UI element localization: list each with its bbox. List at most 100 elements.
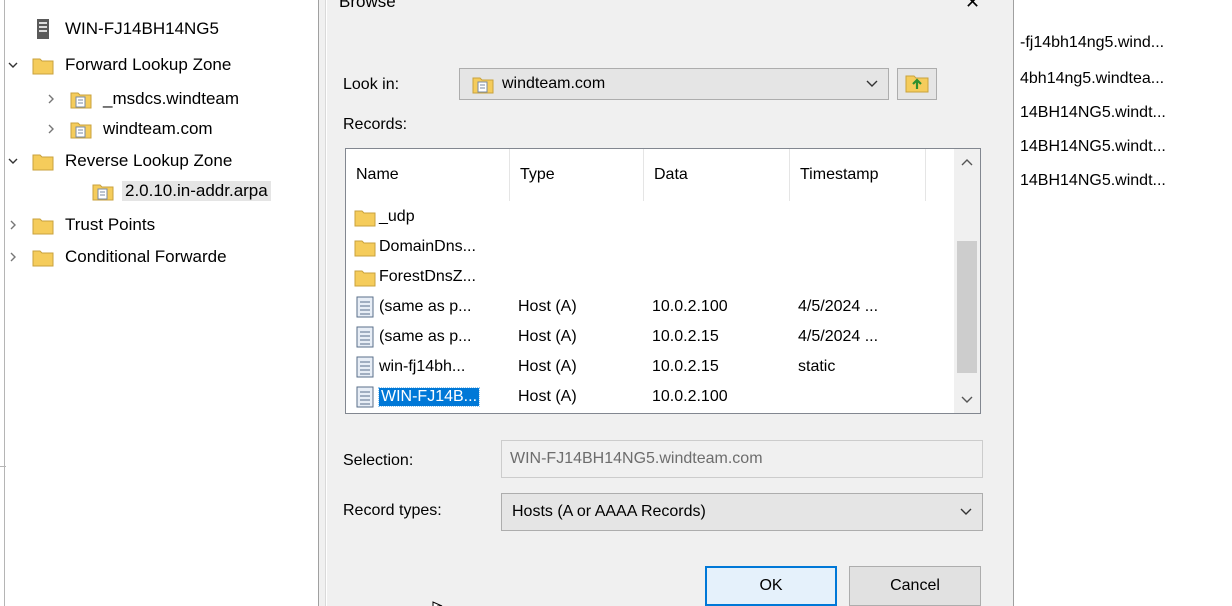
record-data-cell: 10.0.2.100	[652, 298, 728, 315]
folder-icon	[32, 246, 54, 268]
record-row[interactable]: DomainDns...	[346, 233, 954, 261]
record-name: (same as p...	[379, 328, 472, 345]
records-scrollbar[interactable]	[954, 149, 980, 413]
record-name: _udp	[379, 208, 415, 225]
tree-item[interactable]: Trust Points	[4, 212, 158, 238]
folder-icon	[32, 54, 54, 76]
close-icon[interactable]: ✕	[965, 0, 980, 13]
selection-value: WIN-FJ14BH14NG5.windteam.com	[510, 450, 763, 467]
scroll-thumb[interactable]	[957, 241, 977, 373]
results-cell: 14BH14NG5.windt...	[1020, 138, 1166, 155]
record-icon	[354, 326, 376, 348]
record-name-cell: ForestDnsZ...	[354, 263, 476, 291]
folder-icon	[32, 214, 54, 236]
record-type-cell: Host (A)	[518, 388, 577, 405]
scroll-up-icon[interactable]	[954, 149, 980, 175]
chevron-right-icon[interactable]	[42, 86, 60, 112]
browse-dialog: Browse ✕ Look in: windteam.com Records: …	[318, 0, 1014, 606]
record-timestamp-cell: 4/5/2024 ...	[798, 328, 879, 345]
record-icon	[354, 386, 376, 408]
scroll-down-icon[interactable]	[954, 387, 980, 413]
tree-item[interactable]: _msdcs.windteam	[42, 86, 242, 112]
folder-icon	[354, 206, 376, 228]
records-list[interactable]: Name Type Data Timestamp _udp DomainDns..…	[345, 148, 981, 414]
folder-icon	[32, 150, 54, 172]
chevron-down-icon[interactable]	[960, 503, 972, 521]
chevron-down-icon[interactable]	[4, 148, 22, 174]
look-in-label: Look in:	[343, 76, 400, 93]
record-row[interactable]: _udp	[346, 203, 954, 231]
results-cell: -fj14bh14ng5.wind...	[1020, 34, 1165, 51]
record-data-cell: 10.0.2.15	[652, 358, 719, 375]
record-data-cell: 10.0.2.100	[652, 388, 728, 405]
record-name: win-fj14bh...	[379, 358, 466, 375]
record-icon	[354, 296, 376, 318]
tree-server-label: WIN-FJ14BH14NG5	[65, 19, 219, 38]
column-type[interactable]: Type	[510, 149, 644, 201]
folder-icon	[354, 236, 376, 258]
chevron-right-icon[interactable]	[4, 212, 22, 238]
record-types-combo[interactable]: Hosts (A or AAAA Records)	[501, 493, 983, 531]
record-row[interactable]: (same as p... Host (A) 10.0.2.15 4/5/2024 .…	[346, 323, 954, 351]
record-row[interactable]: win-fj14bh... Host (A) 10.0.2.15 static	[346, 353, 954, 381]
results-data-column: -fj14bh14ng5.wind... 4bh14ng5.windtea...…	[1014, 0, 1232, 606]
look-in-combo[interactable]: windteam.com	[459, 68, 889, 100]
record-types-value: Hosts (A or AAAA Records)	[512, 503, 706, 520]
record-name: DomainDns...	[379, 238, 476, 255]
server-icon	[32, 18, 54, 40]
tree-item-label: Reverse Lookup Zone	[65, 151, 233, 170]
record-type-cell: Host (A)	[518, 298, 577, 315]
record-name-cell: WIN-FJ14B...	[354, 383, 481, 411]
column-data[interactable]: Data	[644, 149, 790, 201]
record-name-cell: (same as p...	[354, 293, 471, 321]
dialog-title: Browse	[339, 0, 396, 11]
ok-button[interactable]: OK	[705, 566, 837, 606]
tree-item[interactable]: Conditional Forwarde	[4, 244, 230, 270]
results-cell: 14BH14NG5.windt...	[1020, 172, 1166, 189]
chevron-right-icon[interactable]	[42, 116, 60, 142]
mouse-cursor-icon	[432, 598, 448, 606]
record-name-cell: (same as p...	[354, 323, 471, 351]
records-header: Name Type Data Timestamp	[346, 149, 954, 201]
chevron-right-icon[interactable]	[4, 244, 22, 270]
up-one-level-button[interactable]	[897, 68, 937, 100]
zone-icon	[472, 74, 494, 94]
column-name[interactable]: Name	[346, 149, 510, 201]
tree-divider	[4, 0, 5, 606]
record-name-cell: DomainDns...	[354, 233, 476, 261]
selection-field[interactable]: WIN-FJ14BH14NG5.windteam.com	[501, 440, 983, 478]
record-row[interactable]: WIN-FJ14B... Host (A) 10.0.2.100	[346, 383, 954, 411]
cancel-button[interactable]: Cancel	[849, 566, 981, 606]
tree-item[interactable]: 2.0.10.in-addr.arpa	[64, 178, 271, 204]
record-type-cell: Host (A)	[518, 358, 577, 375]
record-timestamp-cell: 4/5/2024 ...	[798, 298, 879, 315]
results-cell: 14BH14NG5.windt...	[1020, 104, 1166, 121]
chevron-down-icon[interactable]	[866, 75, 878, 93]
selection-label: Selection:	[343, 452, 414, 469]
record-types-label: Record types:	[343, 502, 442, 519]
tree-item-label: Trust Points	[65, 215, 156, 234]
record-type-cell: Host (A)	[518, 328, 577, 345]
zone-icon	[92, 180, 114, 202]
column-timestamp[interactable]: Timestamp	[790, 149, 926, 201]
record-row[interactable]: (same as p... Host (A) 10.0.2.100 4/5/2024 …	[346, 293, 954, 321]
tree-item-server[interactable]: WIN-FJ14BH14NG5	[32, 16, 222, 42]
results-cell: 4bh14ng5.windtea...	[1020, 70, 1165, 87]
record-name: (same as p...	[379, 298, 472, 315]
dialog-frame	[325, 0, 327, 606]
tree-tick	[0, 466, 6, 467]
record-icon	[354, 356, 376, 378]
tree-item-label: 2.0.10.in-addr.arpa	[122, 181, 271, 201]
tree-item[interactable]: windteam.com	[42, 116, 216, 142]
tree-item[interactable]: Forward Lookup Zone	[4, 52, 234, 78]
zone-icon	[70, 118, 92, 140]
record-name: WIN-FJ14B...	[377, 387, 481, 407]
tree-item[interactable]: Reverse Lookup Zone	[4, 148, 235, 174]
chevron-down-icon[interactable]	[4, 52, 22, 78]
record-name-cell: _udp	[354, 203, 415, 231]
record-row[interactable]: ForestDnsZ...	[346, 263, 954, 291]
folder-up-icon	[905, 71, 929, 98]
record-data-cell: 10.0.2.15	[652, 328, 719, 345]
tree-item-label: _msdcs.windteam	[103, 89, 240, 108]
